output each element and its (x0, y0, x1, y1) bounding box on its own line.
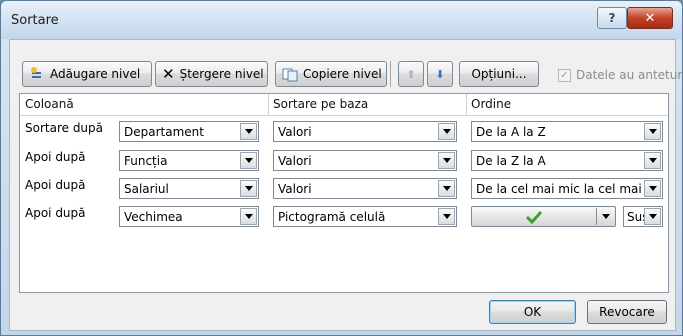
sort-on-select[interactable]: Valori (273, 178, 457, 199)
copy-level-button[interactable]: Copiere nivel (275, 61, 387, 87)
sort-on-select[interactable]: Valori (273, 150, 457, 171)
checkmark-icon: ✓ (558, 68, 571, 82)
cancel-button[interactable]: Revocare (587, 300, 667, 324)
position-value: Sus (627, 209, 644, 224)
sort-levels-grid: Coloană Sortare pe baza Ordine Sortare d… (19, 93, 669, 293)
help-button[interactable]: ? (597, 7, 627, 29)
order-header: Ordine (471, 97, 512, 111)
chevron-down-icon[interactable] (240, 123, 257, 140)
sort-on-header: Sortare pe baza (273, 97, 369, 111)
column-select[interactable]: Salariul (119, 178, 259, 199)
chevron-down-icon[interactable] (438, 180, 455, 197)
copy-icon (282, 66, 298, 82)
ok-button[interactable]: OK (489, 300, 576, 324)
sort-on-value: Valori (278, 124, 312, 139)
title-bar[interactable]: Sortare ? ✕ (1, 1, 682, 39)
chevron-down-icon[interactable] (438, 208, 455, 225)
chevron-down-icon[interactable] (438, 152, 455, 169)
order-value: De la cel mai mic la cel mai mare (476, 181, 644, 196)
order-select[interactable]: De la Z la A (471, 150, 663, 171)
add-level-icon (29, 66, 45, 82)
column-select-value: Funcția (124, 153, 168, 168)
move-down-button[interactable]: ⬇ (427, 61, 453, 87)
chevron-down-icon[interactable] (240, 208, 257, 225)
add-level-button[interactable]: Adăugare nivel (22, 61, 152, 87)
column-select[interactable]: Funcția (119, 150, 259, 171)
chevron-down-icon[interactable] (644, 208, 661, 225)
header-underline (20, 115, 668, 116)
header-divider (268, 94, 269, 115)
column-select[interactable]: Departament (119, 121, 259, 142)
toolbar-separator (390, 61, 391, 87)
sort-on-select[interactable]: Valori (273, 121, 457, 142)
add-level-label: Adăugare nivel (50, 67, 141, 81)
options-button[interactable]: Opțiuni... (459, 61, 539, 87)
column-select-value: Departament (124, 124, 204, 139)
row-label: Apoi după (25, 206, 86, 220)
sort-on-select[interactable]: Pictogramă celulă (273, 206, 457, 227)
row-label: Apoi după (25, 150, 86, 164)
delete-level-button[interactable]: ✕ Ștergere nivel (155, 61, 268, 87)
move-up-button[interactable]: ⬆ (398, 61, 424, 87)
sort-on-value: Valori (278, 181, 312, 196)
copy-level-label: Copiere nivel (303, 67, 382, 81)
ok-label: OK (523, 305, 542, 319)
cancel-label: Revocare (599, 305, 655, 319)
chevron-down-icon[interactable] (438, 123, 455, 140)
column-select-value: Salariul (124, 181, 169, 196)
delete-x-icon: ✕ (162, 65, 175, 83)
column-header: Coloană (25, 97, 74, 111)
order-value: De la A la Z (476, 124, 546, 139)
column-select[interactable]: Vechimea (119, 206, 259, 227)
row-label: Sortare după (25, 121, 104, 135)
headers-checkbox[interactable]: ✓ Datele au anteturi (558, 65, 683, 85)
dialog-body: Adăugare nivel ✕ Ștergere nivel Copiere … (9, 39, 683, 331)
chevron-down-icon[interactable] (240, 152, 257, 169)
chevron-down-icon[interactable] (644, 123, 661, 140)
column-select-value: Vechimea (124, 209, 183, 224)
headers-checkbox-label: Datele au anteturi (576, 68, 683, 82)
close-button[interactable]: ✕ (627, 7, 673, 29)
position-select[interactable]: Sus (623, 206, 663, 227)
cell-icon-select[interactable] (471, 206, 616, 227)
order-select[interactable]: De la cel mai mic la cel mai mare (471, 178, 663, 199)
up-arrow-icon: ⬆ (406, 67, 416, 81)
chevron-down-icon[interactable] (644, 152, 661, 169)
delete-level-label: Ștergere nivel (179, 67, 264, 81)
chevron-down-icon[interactable] (597, 214, 615, 219)
chevron-down-icon[interactable] (644, 180, 661, 197)
header-divider (466, 94, 467, 115)
order-select[interactable]: De la A la Z (471, 121, 663, 142)
sort-dialog: Sortare ? ✕ Adăugare nivel ✕ Ștergere ni… (0, 0, 683, 336)
options-label: Opțiuni... (471, 67, 527, 81)
order-value: De la Z la A (476, 153, 546, 168)
chevron-down-icon[interactable] (240, 180, 257, 197)
close-icon: ✕ (644, 10, 656, 26)
row-label: Apoi după (25, 178, 86, 192)
sort-on-value: Valori (278, 153, 312, 168)
sort-on-value: Pictogramă celulă (278, 209, 386, 224)
help-icon: ? (608, 11, 616, 25)
green-checkmark-icon (472, 210, 596, 224)
dialog-title: Sortare (11, 13, 59, 28)
down-arrow-icon: ⬇ (435, 67, 445, 81)
